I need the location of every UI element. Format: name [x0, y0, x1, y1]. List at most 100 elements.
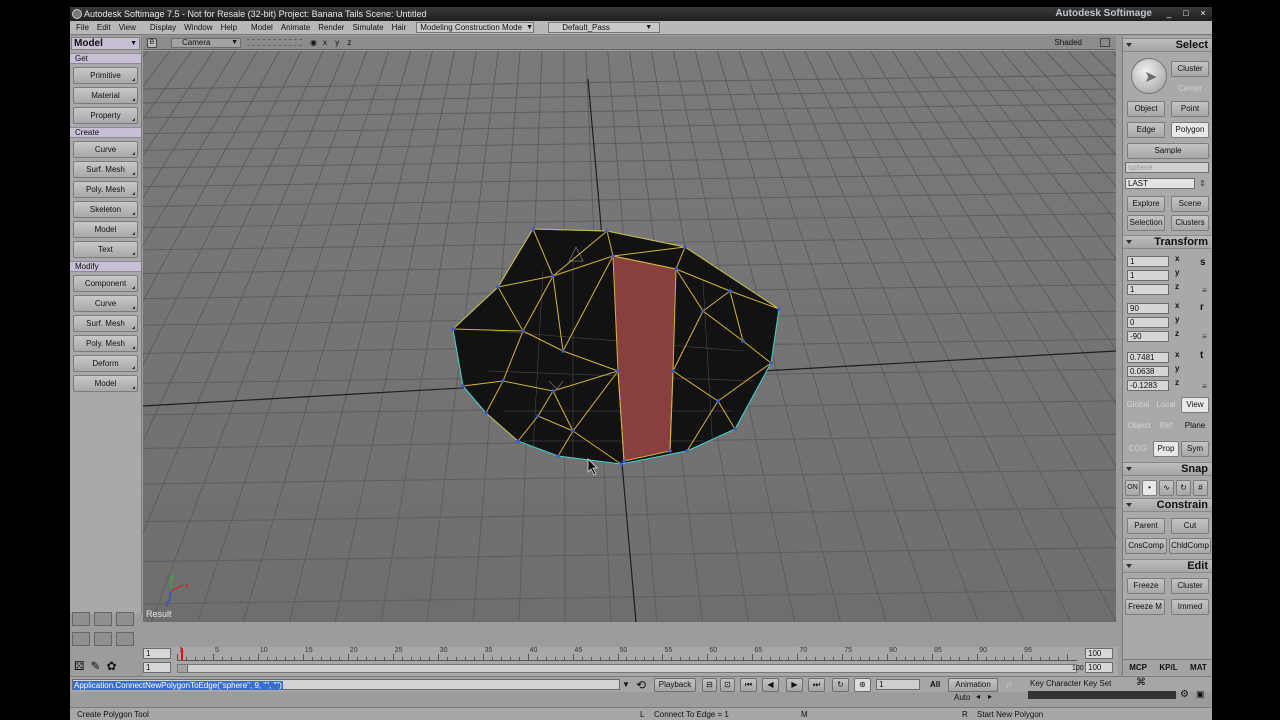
cut-button[interactable]: Cut	[1171, 518, 1209, 534]
modify-surf-mesh-button[interactable]: Surf. Mesh	[73, 315, 138, 332]
toolbar-mode-selector[interactable]: Model ▼	[71, 37, 140, 50]
animation-menu[interactable]: Animation	[948, 678, 998, 692]
translate-lock-icon[interactable]: ≡	[1200, 382, 1209, 391]
layout-single-icon[interactable]	[72, 612, 90, 626]
range-handle-left[interactable]	[178, 665, 188, 672]
polygon-button[interactable]: Polygon	[1171, 122, 1209, 138]
chldcomp-button[interactable]: ChldComp	[1169, 538, 1211, 554]
view-button[interactable]: View	[1181, 397, 1209, 413]
sym-button[interactable]: Sym	[1181, 441, 1209, 457]
spinner-icon[interactable]: ⇕	[1198, 179, 1207, 188]
create-curve-button[interactable]: Curve	[73, 141, 138, 158]
snap-on-toggle[interactable]: ON	[1125, 480, 1140, 496]
eye-icon[interactable]: ◉	[310, 38, 317, 47]
freeze-m-button[interactable]: Freeze M	[1125, 599, 1165, 615]
select-header[interactable]: Select	[1123, 38, 1212, 52]
parent-button[interactable]: Parent	[1127, 518, 1165, 534]
maximize-viewport-icon[interactable]	[1100, 38, 1110, 47]
prev-key-icon[interactable]: ◂	[976, 692, 980, 701]
scale-tool-button[interactable]: s	[1200, 257, 1206, 268]
ref-button[interactable]: Ref	[1153, 418, 1179, 434]
get-property-button[interactable]: Property	[73, 107, 138, 124]
layout-quad-icon[interactable]	[116, 612, 134, 626]
scale-x-axis[interactable]: x	[1175, 254, 1179, 263]
viewport-letter-badge[interactable]: B	[147, 37, 157, 48]
snap-point-icon[interactable]: •	[1142, 480, 1157, 496]
create-text-button[interactable]: Text	[73, 241, 138, 258]
menu-render[interactable]: Render	[314, 23, 348, 32]
prop-button[interactable]: Prop	[1153, 441, 1179, 457]
rotate-x-axis[interactable]: x	[1175, 301, 1179, 310]
modify-component-button[interactable]: Component	[73, 275, 138, 292]
modify-model-button[interactable]: Model	[73, 375, 138, 392]
scale-lock-icon[interactable]: ≡	[1200, 286, 1209, 295]
script-command-field[interactable]: Application.ConnectNewPolygonToEdge("sph…	[72, 679, 620, 690]
modify-curve-button[interactable]: Curve	[73, 295, 138, 312]
rotate-y-axis[interactable]: y	[1175, 315, 1179, 324]
rotate-z-field[interactable]: -90	[1127, 331, 1169, 342]
current-frame-field[interactable]: 1	[876, 679, 920, 690]
cog-button[interactable]: COG	[1125, 441, 1151, 457]
menu-model[interactable]: Model	[247, 23, 277, 32]
scale-y-field[interactable]: 1	[1127, 270, 1169, 281]
translate-x-axis[interactable]: x	[1175, 350, 1179, 359]
cnscomp-button[interactable]: CnsComp	[1125, 538, 1167, 554]
rotate-tool-button[interactable]: r	[1200, 302, 1204, 313]
local-button[interactable]: Local	[1153, 397, 1179, 413]
key-icon[interactable]: ⌕	[1006, 677, 1013, 692]
clusters-button[interactable]: Clusters	[1171, 215, 1209, 231]
layout-split-icon[interactable]	[94, 612, 112, 626]
cluster-button[interactable]: Cluster	[1171, 61, 1209, 77]
snap-header[interactable]: Snap	[1123, 462, 1212, 476]
loop-icon[interactable]: ⟲	[636, 678, 646, 692]
settings-icon[interactable]: ⚙	[1180, 689, 1189, 700]
range-slider[interactable]	[177, 664, 1077, 673]
object-button[interactable]: Object	[1127, 101, 1165, 117]
get-material-button[interactable]: Material	[73, 87, 138, 104]
edge-button[interactable]: Edge	[1127, 122, 1165, 138]
global-button[interactable]: Global	[1125, 397, 1151, 413]
camera-dropdown[interactable]: Camera ▼	[171, 37, 241, 48]
menu-simulate[interactable]: Simulate	[348, 23, 387, 32]
scene-explorer-icon[interactable]: ⚄	[74, 659, 84, 675]
playhead[interactable]	[181, 648, 183, 660]
all-toggle[interactable]: All	[930, 680, 940, 689]
edit-header[interactable]: Edit	[1123, 559, 1212, 573]
keyframe-icon[interactable]: ⌘	[1136, 677, 1146, 688]
menu-help[interactable]: Help	[217, 23, 241, 32]
key-set-label[interactable]: Key Character Key Set	[1030, 679, 1111, 688]
edit-cluster-button[interactable]: Cluster	[1171, 578, 1209, 594]
scene-button[interactable]: Scene	[1171, 196, 1209, 212]
range-start-field[interactable]: 1	[143, 662, 171, 673]
paint-brush-icon[interactable]: ✎	[90, 659, 100, 675]
menu-window[interactable]: Window	[180, 23, 216, 32]
display-mode-menu[interactable]: Shaded	[1054, 38, 1082, 47]
scale-z-field[interactable]: 1	[1127, 284, 1169, 295]
rotate-z-axis[interactable]: z	[1175, 329, 1179, 338]
timeline-end-field[interactable]: 100	[1085, 648, 1113, 659]
construction-mode-dropdown[interactable]: Modeling Construction Mode ▼	[416, 22, 535, 33]
goto-start-button[interactable]: ⏮	[740, 678, 757, 692]
maximize-button[interactable]: □	[1179, 8, 1193, 19]
snap-grid-icon[interactable]: #	[1193, 480, 1208, 496]
loop-playback-button[interactable]: ↻	[832, 678, 849, 692]
select-tool-button[interactable]: ➤	[1131, 58, 1167, 94]
layout-vertical-icon[interactable]	[94, 632, 112, 646]
scale-y-axis[interactable]: y	[1175, 268, 1179, 277]
layout-horizontal-icon[interactable]	[72, 632, 90, 646]
rotate-lock-icon[interactable]: ≡	[1200, 332, 1209, 341]
playback-menu[interactable]: Playback	[654, 678, 696, 692]
sample-button[interactable]: Sample	[1127, 143, 1209, 159]
translate-y-axis[interactable]: y	[1175, 364, 1179, 373]
menu-hair[interactable]: Hair	[388, 23, 411, 32]
freeze-button[interactable]: Freeze	[1127, 578, 1165, 594]
minimize-button[interactable]: _	[1162, 8, 1176, 19]
render-icon[interactable]: ✿	[107, 659, 117, 675]
auto-key-toggle[interactable]: Auto	[954, 693, 970, 702]
transform-header[interactable]: Transform	[1123, 235, 1212, 249]
tab-mat[interactable]: MAT	[1190, 663, 1207, 672]
key-set-field[interactable]	[1028, 691, 1176, 699]
play-forward-button[interactable]: ▶	[786, 678, 803, 692]
snap-curve-icon[interactable]: ∿	[1159, 480, 1174, 496]
axes-toggle[interactable]: x y z	[323, 38, 354, 47]
